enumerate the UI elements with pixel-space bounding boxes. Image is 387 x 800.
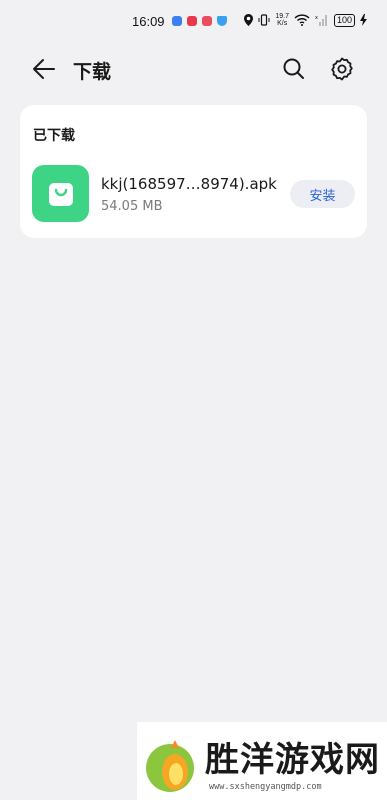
shield-icon xyxy=(217,16,227,26)
file-name: kkj(168597…8974).apk xyxy=(101,175,277,193)
search-button[interactable] xyxy=(280,55,308,83)
watermark-banner: 胜洋游戏网 www.sxshengyangmdp.com xyxy=(137,722,387,800)
notification-icons xyxy=(172,16,227,26)
watermark-brand: 胜洋游戏网 xyxy=(205,740,380,780)
apk-file-icon xyxy=(32,165,89,222)
network-speed: 19.7 K/s xyxy=(275,13,289,27)
status-bar: 16:09 19.7 K/s x 100 xyxy=(0,0,387,44)
svg-text:x: x xyxy=(315,15,318,21)
watermark-logo-icon xyxy=(146,740,194,792)
watermark-url: www.sxshengyangmdp.com xyxy=(209,782,322,792)
status-time: 16:09 xyxy=(132,14,165,29)
section-title-downloaded: 已下载 xyxy=(33,128,75,144)
back-button[interactable] xyxy=(30,56,58,82)
speed-value: 19.7 xyxy=(275,13,289,20)
shopping-bag-icon xyxy=(48,182,73,206)
arrow-left-icon xyxy=(33,59,55,79)
notification-app-icon xyxy=(187,16,197,26)
speed-unit: K/s xyxy=(277,20,288,27)
gear-icon xyxy=(331,57,353,81)
notification-app-icon xyxy=(202,16,212,26)
vibrate-icon xyxy=(258,14,270,26)
status-right: 19.7 K/s x 100 xyxy=(244,13,367,27)
search-icon xyxy=(283,58,304,79)
signal-icon: x xyxy=(315,15,327,26)
charging-icon xyxy=(360,14,367,26)
notification-app-icon xyxy=(172,16,182,26)
app-header: 下载 xyxy=(0,50,387,88)
settings-button[interactable] xyxy=(328,55,356,83)
file-size: 54.05 MB xyxy=(101,199,163,214)
install-button[interactable]: 安装 xyxy=(290,180,355,208)
page-title: 下载 xyxy=(73,61,112,83)
wifi-icon xyxy=(294,14,310,26)
downloaded-card: 已下载 kkj(168597…8974).apk 54.05 MB 安装 xyxy=(20,105,367,238)
location-icon xyxy=(244,14,254,26)
battery-indicator: 100 xyxy=(333,13,355,27)
